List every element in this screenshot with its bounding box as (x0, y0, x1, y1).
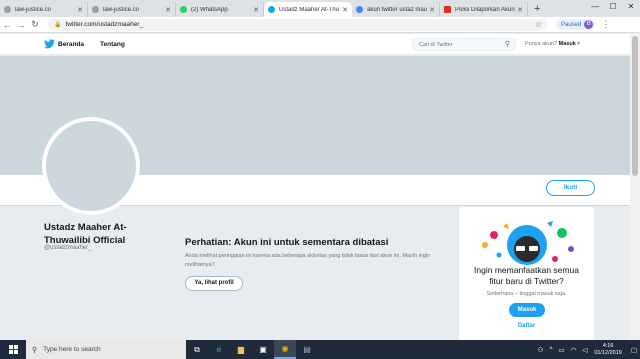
battery-icon[interactable]: ▭ (558, 346, 564, 354)
chevron-down-icon: ▾ (577, 41, 581, 47)
reload-icon[interactable]: ↻ (28, 19, 42, 30)
illustration-icon (482, 221, 574, 265)
whatsapp-icon (180, 6, 187, 13)
people-icon[interactable]: ⚇ (538, 346, 544, 354)
search-placeholder: Cari di Twitter (419, 42, 453, 48)
task-view-icon[interactable]: ⧉ (186, 340, 208, 359)
profile-avatar-image (42, 117, 140, 215)
close-tab-icon[interactable]: ✕ (165, 6, 171, 14)
notification-icon[interactable]: ▢ (631, 346, 637, 354)
lock-icon: 🔒 (54, 22, 62, 28)
twitter-bird-icon[interactable] (44, 39, 55, 49)
google-icon (356, 6, 363, 13)
tab-strip: law-justice.co ✕ law-justice.co ✕ (2) Wh… (0, 0, 640, 17)
store-icon[interactable]: ▣ (252, 340, 274, 359)
nav-home-link[interactable]: Beranda (58, 41, 84, 48)
new-tab-button[interactable]: + (534, 2, 540, 17)
window-controls: — ☐ ✕ (586, 0, 640, 14)
browser-tab[interactable]: Polisi Dilaporkan Akun ✕ (440, 2, 528, 17)
app-icon[interactable]: ▤ (296, 340, 318, 359)
close-tab-icon[interactable]: ✕ (253, 6, 259, 14)
close-tab-icon[interactable]: ✕ (342, 6, 348, 14)
browser-toolbar: ← → ↻ 🔒 twitter.com/ustadzmaaher_ ☆ Paus… (0, 17, 640, 33)
system-tray: ⚇ ^ ▭ ◠ ◁ 4:16 01/12/2019 ▢ (535, 340, 640, 359)
volume-icon[interactable]: ◁ (582, 346, 587, 354)
warning-text: Anda melihat peringatan ini karena ada b… (185, 253, 431, 268)
menu-dots-icon[interactable]: ⋮ (601, 19, 610, 30)
tab-label: Ustadz Maaher At-Thu (279, 6, 340, 13)
taskbar-clock[interactable]: 4:16 01/12/2019 (594, 343, 622, 357)
warning-title: Perhatian: Akun ini untuk sementara diba… (185, 237, 389, 248)
windows-start-icon[interactable] (0, 340, 26, 359)
scrollbar-thumb[interactable] (632, 36, 638, 176)
wifi-icon[interactable]: ◠ (571, 346, 577, 354)
tab-label: law-justice.co (103, 6, 140, 13)
card-subtitle: Sederhana – tinggal masuk saja. (486, 291, 567, 297)
nav-about-link[interactable]: Tentang (100, 41, 125, 48)
maximize-icon[interactable]: ☐ (604, 0, 622, 14)
chrome-icon[interactable]: ◉ (274, 340, 296, 359)
profile-avatar: B (584, 20, 594, 29)
file-explorer-icon[interactable]: ▆ (230, 340, 252, 359)
back-icon[interactable]: ← (0, 20, 14, 30)
clock-time: 4:16 (602, 342, 614, 349)
url-text: twitter.com/ustadzmaaher_ (65, 21, 144, 28)
search-icon: ⚲ (32, 346, 38, 354)
signup-link[interactable]: Daftar (467, 323, 586, 329)
paused-label: Paused (561, 21, 582, 28)
browser-tab[interactable]: akun twitter ustaz mau ✕ (352, 2, 440, 17)
close-tab-icon[interactable]: ✕ (517, 6, 523, 14)
twitter-navbar: Beranda Tentang Cari di Twitter ⚲ Punya … (0, 34, 630, 55)
close-tab-icon[interactable]: ✕ (429, 6, 435, 14)
forward-icon[interactable]: → (14, 20, 28, 30)
edge-icon[interactable]: e (208, 340, 230, 359)
browser-tab[interactable]: law-justice.co ✕ (88, 2, 176, 17)
card-title: Ingin memanfaatkan semua fitur baru di T… (474, 265, 579, 286)
windows-taskbar: ⚲ Type here to search ⧉ e ▆ ▣ ◉ ▤ ⚇ ^ ▭ … (0, 340, 640, 359)
tab-favicon-icon (444, 6, 451, 13)
follow-button[interactable]: Ikuti (546, 180, 595, 196)
bookmark-star-icon[interactable]: ☆ (535, 20, 542, 29)
tab-favicon-icon (4, 6, 11, 13)
profile-name: Ustadz Maaher At-Thuwailibi Official (44, 222, 127, 246)
chevron-up-icon[interactable]: ^ (549, 346, 552, 353)
address-bar[interactable]: 🔒 twitter.com/ustadzmaaher_ ☆ (48, 18, 548, 31)
tab-favicon-icon (92, 6, 99, 13)
page-scrollbar[interactable] (630, 34, 640, 340)
tab-label: Polisi Dilaporkan Akun (455, 6, 515, 13)
profile-handle: @ustadzmaaher_ (44, 245, 92, 251)
clock-date: 01/12/2019 (594, 349, 622, 356)
tab-label: law-justice.co (15, 6, 52, 13)
tab-label: (2) WhatsApp (191, 6, 228, 13)
account-login[interactable]: Punya akun? Masuk ▾ (525, 41, 580, 47)
browser-tab[interactable]: (2) WhatsApp ✕ (176, 2, 264, 17)
signup-card: Ingin memanfaatkan semua fitur baru di T… (459, 207, 594, 340)
profile-paused-button[interactable]: Paused B (556, 19, 596, 30)
twitter-search-input[interactable]: Cari di Twitter ⚲ (412, 38, 516, 51)
minimize-icon[interactable]: — (586, 0, 604, 14)
twitter-favicon-icon (268, 6, 275, 13)
account-prompt: Punya akun? (525, 41, 558, 47)
browser-tab-active[interactable]: Ustadz Maaher At-Thu ✕ (264, 2, 352, 17)
search-icon[interactable]: ⚲ (505, 39, 510, 51)
browser-tab[interactable]: law-justice.co ✕ (0, 2, 88, 17)
taskbar-search-placeholder: Type here to search (43, 346, 101, 353)
close-tab-icon[interactable]: ✕ (77, 6, 83, 14)
view-profile-button[interactable]: Ya, lihat profil (185, 276, 243, 291)
card-login-button[interactable]: Masuk (509, 303, 545, 317)
login-link[interactable]: Masuk (559, 41, 576, 47)
tab-label: akun twitter ustaz mau (367, 6, 428, 13)
taskbar-search-input[interactable]: ⚲ Type here to search (26, 340, 186, 359)
close-window-icon[interactable]: ✕ (622, 0, 640, 14)
